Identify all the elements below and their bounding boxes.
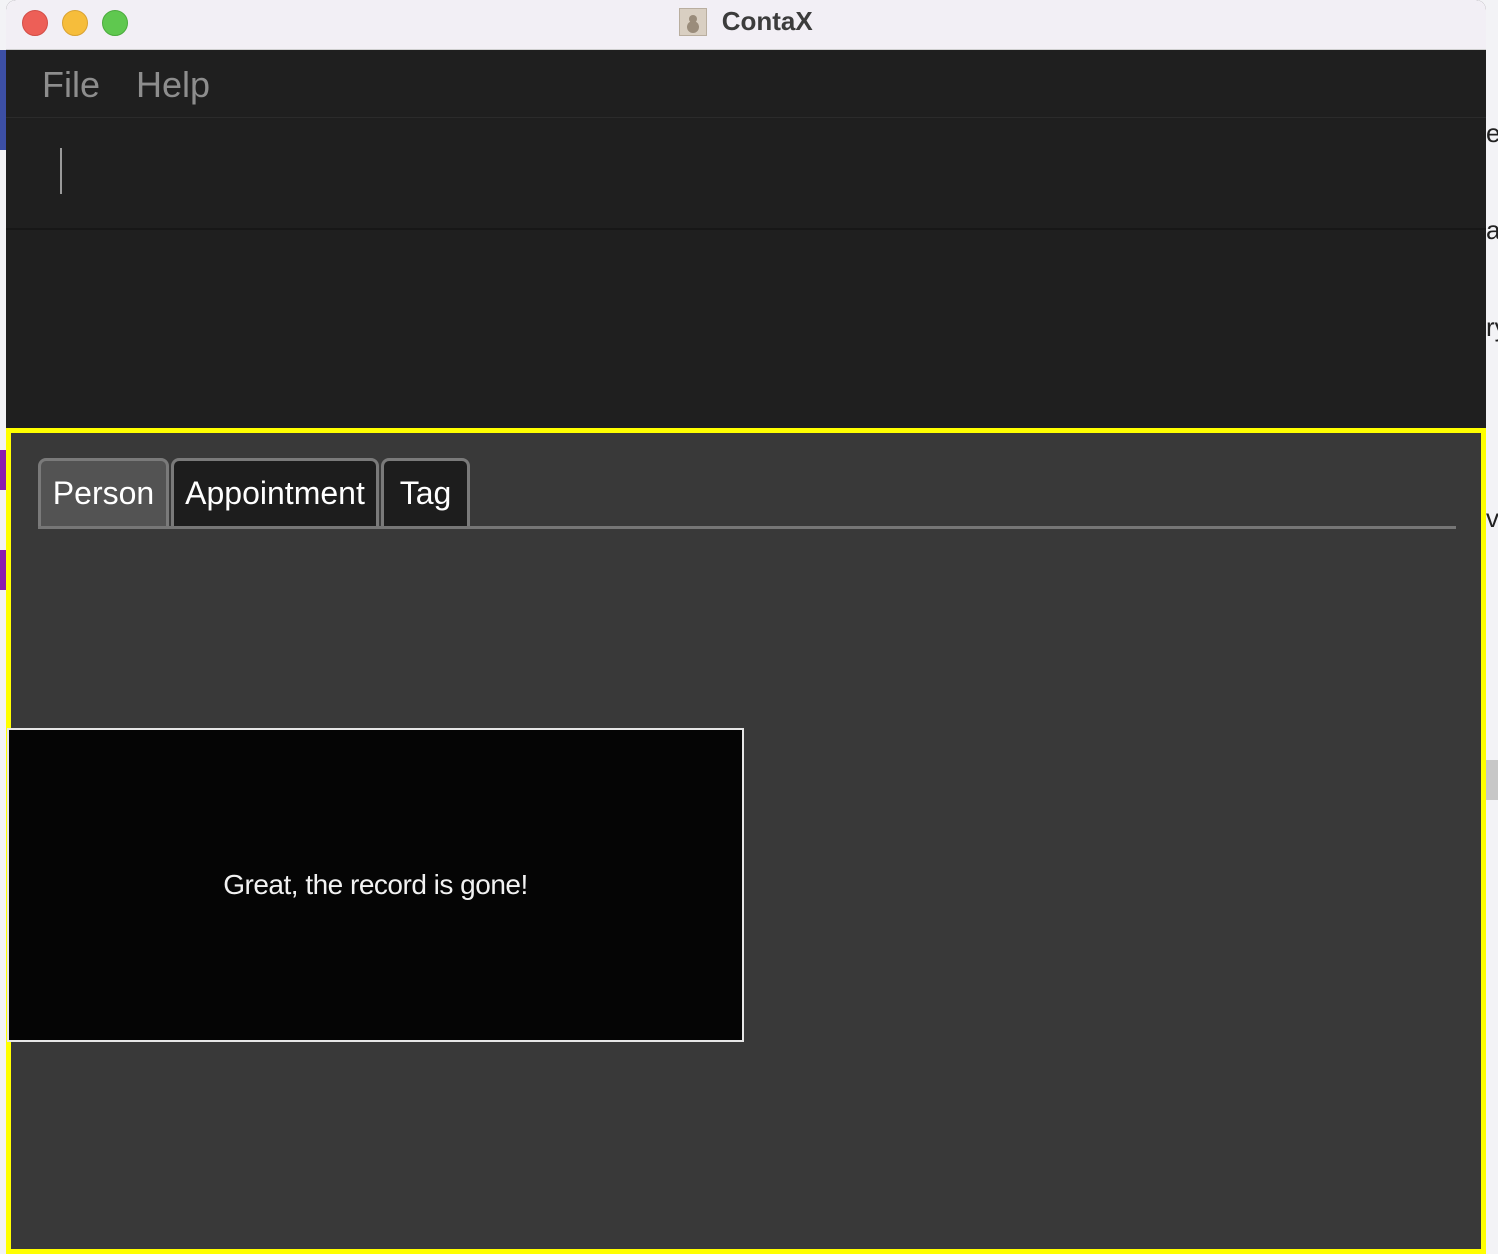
window-title-group: ContaX <box>6 6 1486 37</box>
notification-popup: Great, the record is gone! <box>7 728 744 1042</box>
background-text-fragment: va <box>1486 503 1498 533</box>
tab-appointment-label: Appointment <box>185 475 365 511</box>
menu-help[interactable]: Help <box>136 64 210 106</box>
tab-tag[interactable]: Tag <box>381 458 470 526</box>
background-text-fragment: e) <box>1486 118 1498 148</box>
app-window: ContaX File Help Person Appointment Tag … <box>6 0 1486 1254</box>
title-bar[interactable]: ContaX <box>6 0 1486 50</box>
window-title: ContaX <box>721 6 813 36</box>
background-window-edge <box>1486 760 1498 800</box>
tab-tag-label: Tag <box>399 475 452 511</box>
app-contact-icon <box>679 7 708 36</box>
tab-underline <box>38 526 1456 529</box>
command-input[interactable] <box>6 118 1486 230</box>
background-text-fragment: ry <box>1486 312 1498 342</box>
tab-appointment[interactable]: Appointment <box>171 458 379 526</box>
background-text-fragment: a <box>1486 215 1498 245</box>
tab-person-label: Person <box>52 475 155 511</box>
notification-message: Great, the record is gone! <box>223 869 528 900</box>
result-display <box>6 230 1486 428</box>
menu-file[interactable]: File <box>42 64 100 106</box>
tab-person[interactable]: Person <box>38 458 169 526</box>
text-cursor <box>60 148 62 194</box>
menu-bar: File Help <box>6 50 1486 118</box>
